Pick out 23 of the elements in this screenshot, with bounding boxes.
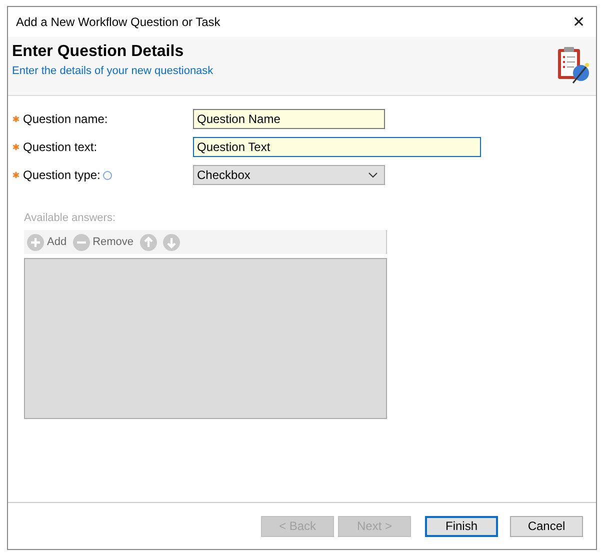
chevron-icon (368, 172, 378, 178)
up-icon[interactable] (140, 234, 157, 250)
field-label: Question name: (23, 112, 108, 126)
section-label: Available answers: (24, 212, 117, 224)
input-field[interactable]: Question Text (193, 137, 481, 157)
required-icon (12, 143, 20, 151)
dropdown[interactable]: Checkbox (193, 165, 385, 185)
close-button[interactable]: ✕ (562, 8, 596, 36)
required-icon (12, 115, 20, 123)
input-field[interactable]: Question Name (193, 109, 385, 129)
dialog-button[interactable]: Finish (425, 516, 498, 536)
answers-list[interactable] (24, 258, 387, 419)
remove-icon (72, 234, 90, 250)
field-label: Question type: (23, 168, 100, 182)
page-subtitle: Enter the details of your new questionask (12, 65, 214, 77)
add-icon (27, 234, 44, 250)
field-label: Question text: (23, 140, 98, 154)
required-icon (12, 171, 20, 179)
dialog-button[interactable]: Cancel (510, 516, 583, 536)
info-icon (103, 170, 112, 180)
down-icon[interactable] (162, 234, 180, 250)
page-heading: Enter Question Details (12, 43, 185, 61)
window-title: Add a New Workflow Question or Task (16, 15, 220, 29)
